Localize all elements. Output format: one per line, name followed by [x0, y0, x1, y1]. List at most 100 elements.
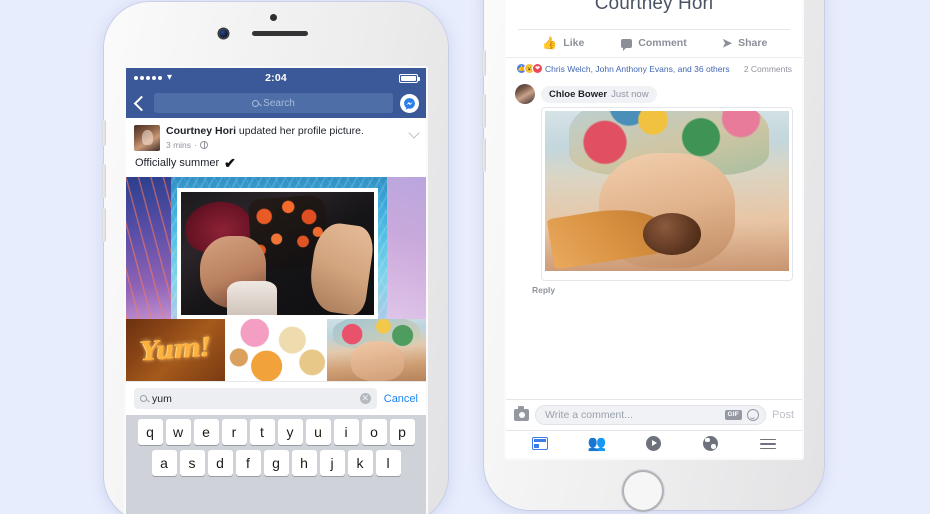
key-p[interactable]: p [389, 419, 415, 445]
back-chevron-icon[interactable] [133, 95, 150, 111]
key-d[interactable]: d [207, 450, 233, 476]
globe-icon [703, 436, 719, 452]
search-bar[interactable]: Search [154, 93, 393, 113]
search-input-value: yum [152, 392, 172, 405]
post-title: Courtney Hori updated her profile pictur… [166, 125, 404, 138]
post-subtitle: 3 mins · [166, 140, 404, 150]
key-y[interactable]: y [277, 419, 303, 445]
search-icon [252, 99, 260, 107]
post-header: Courtney Hori updated her profile pictur… [126, 118, 426, 154]
right-phone-home-button[interactable] [622, 470, 664, 512]
friends-icon: 👥 [587, 435, 607, 453]
search-input[interactable]: yum ✕ [134, 388, 377, 409]
gif-results-row [126, 319, 426, 381]
comment-composer: Write a comment... GIF Post [506, 398, 802, 430]
gif-result-donuts[interactable] [226, 319, 326, 381]
post-collage-image[interactable] [126, 177, 426, 319]
comment-button[interactable]: Comment [609, 37, 700, 51]
reactions-row: 👍 😮 ❤ Chris Welch, John Anthony Evans, a… [506, 57, 802, 79]
collage-right-panel [387, 177, 426, 319]
news-feed-icon [532, 437, 549, 451]
like-button[interactable]: 👍 Like [518, 37, 609, 49]
tab-video[interactable] [626, 436, 683, 452]
key-i[interactable]: i [333, 419, 359, 445]
battery-icon [399, 73, 420, 83]
facebook-nav-bar: Search [126, 88, 426, 118]
reply-button[interactable]: Reply [506, 281, 802, 300]
share-button[interactable]: ➤ Share [699, 37, 790, 49]
key-a[interactable]: a [151, 450, 177, 476]
search-placeholder: Search [263, 97, 295, 109]
key-f[interactable]: f [235, 450, 261, 476]
gif-icon[interactable]: GIF [724, 409, 742, 420]
comment-label: Comment [638, 37, 687, 49]
chevron-down-icon[interactable] [408, 127, 420, 139]
search-icon [140, 395, 147, 402]
gif-result-yum[interactable] [126, 319, 225, 381]
share-label: Share [738, 37, 768, 49]
comment-icon [621, 38, 633, 51]
commenter-avatar[interactable] [515, 84, 535, 104]
post-button[interactable]: Post [772, 409, 794, 421]
left-phone: ▾ 2:04 Search Courtney Hori updated her … [102, 2, 448, 514]
share-arrow-icon: ➤ [722, 36, 733, 50]
left-phone-screen: ▾ 2:04 Search Courtney Hori updated her … [126, 68, 426, 514]
key-l[interactable]: l [375, 450, 401, 476]
avatar[interactable] [134, 125, 160, 151]
key-e[interactable]: e [193, 419, 219, 445]
post-body-text: Officially summer [135, 157, 220, 169]
post-author-name[interactable]: Courtney Hori [166, 125, 236, 137]
status-bar: ▾ 2:04 [126, 68, 426, 88]
tab-bar: 👥 [506, 429, 802, 458]
emoji-icon[interactable] [746, 408, 759, 421]
key-w[interactable]: w [165, 419, 191, 445]
key-j[interactable]: j [319, 450, 345, 476]
key-s[interactable]: s [179, 450, 205, 476]
left-phone-front-camera [219, 29, 228, 38]
camera-icon[interactable] [514, 406, 529, 421]
gif-search-row: yum ✕ Cancel [126, 381, 426, 415]
video-play-icon [646, 436, 662, 452]
clear-icon[interactable]: ✕ [359, 393, 371, 404]
key-r[interactable]: r [221, 419, 247, 445]
key-k[interactable]: k [347, 450, 373, 476]
key-t[interactable]: t [249, 419, 275, 445]
keyboard-row-2: asdfghjkl [128, 450, 424, 476]
gif-result-kid-icecream[interactable] [327, 319, 426, 381]
checkmark-icon: ✔ [224, 155, 236, 171]
messenger-icon[interactable] [400, 93, 419, 113]
right-phone-volume-down[interactable] [482, 138, 486, 172]
comment-gif-container[interactable] [541, 107, 793, 281]
gif-kid-eating-icecream [545, 111, 789, 271]
tab-news-feed[interactable] [512, 436, 569, 452]
right-phone-screen: Courtney Hori 👍 Like Comment ➤ Share 👍 😮… [506, 0, 802, 458]
tab-notifications[interactable] [682, 436, 739, 452]
hamburger-menu-icon [759, 436, 776, 452]
tab-friends[interactable]: 👥 [569, 436, 626, 452]
thumbs-up-icon: 👍 [542, 36, 558, 50]
cancel-button[interactable]: Cancel [384, 393, 418, 405]
key-u[interactable]: u [305, 419, 331, 445]
like-label: Like [563, 37, 585, 49]
key-q[interactable]: q [137, 419, 163, 445]
right-phone-volume-up[interactable] [482, 94, 486, 128]
comment-list-spacer [506, 300, 802, 399]
right-phone-silent-switch[interactable] [482, 50, 486, 76]
key-g[interactable]: g [263, 450, 289, 476]
left-phone-volume-down[interactable] [102, 208, 106, 242]
comment-count[interactable]: 2 Comments [744, 64, 792, 74]
tab-menu[interactable] [739, 436, 796, 452]
globe-icon [199, 141, 208, 150]
key-o[interactable]: o [361, 419, 387, 445]
post-actions-row: 👍 Like Comment ➤ Share [518, 29, 790, 57]
reaction-names[interactable]: Chris Welch, John Anthony Evans, and 36 … [545, 64, 739, 74]
comment-input[interactable]: Write a comment... GIF [535, 404, 766, 425]
left-phone-silent-switch[interactable] [102, 120, 106, 146]
reaction-icons[interactable]: 👍 😮 ❤ [516, 63, 543, 74]
comment-input-placeholder: Write a comment... [545, 408, 633, 421]
right-phone: Courtney Hori 👍 Like Comment ➤ Share 👍 😮… [482, 0, 824, 512]
collage-left-panel [126, 177, 171, 319]
commenter-name[interactable]: Chloe Bower [549, 89, 607, 100]
key-h[interactable]: h [291, 450, 317, 476]
left-phone-volume-up[interactable] [102, 164, 106, 198]
